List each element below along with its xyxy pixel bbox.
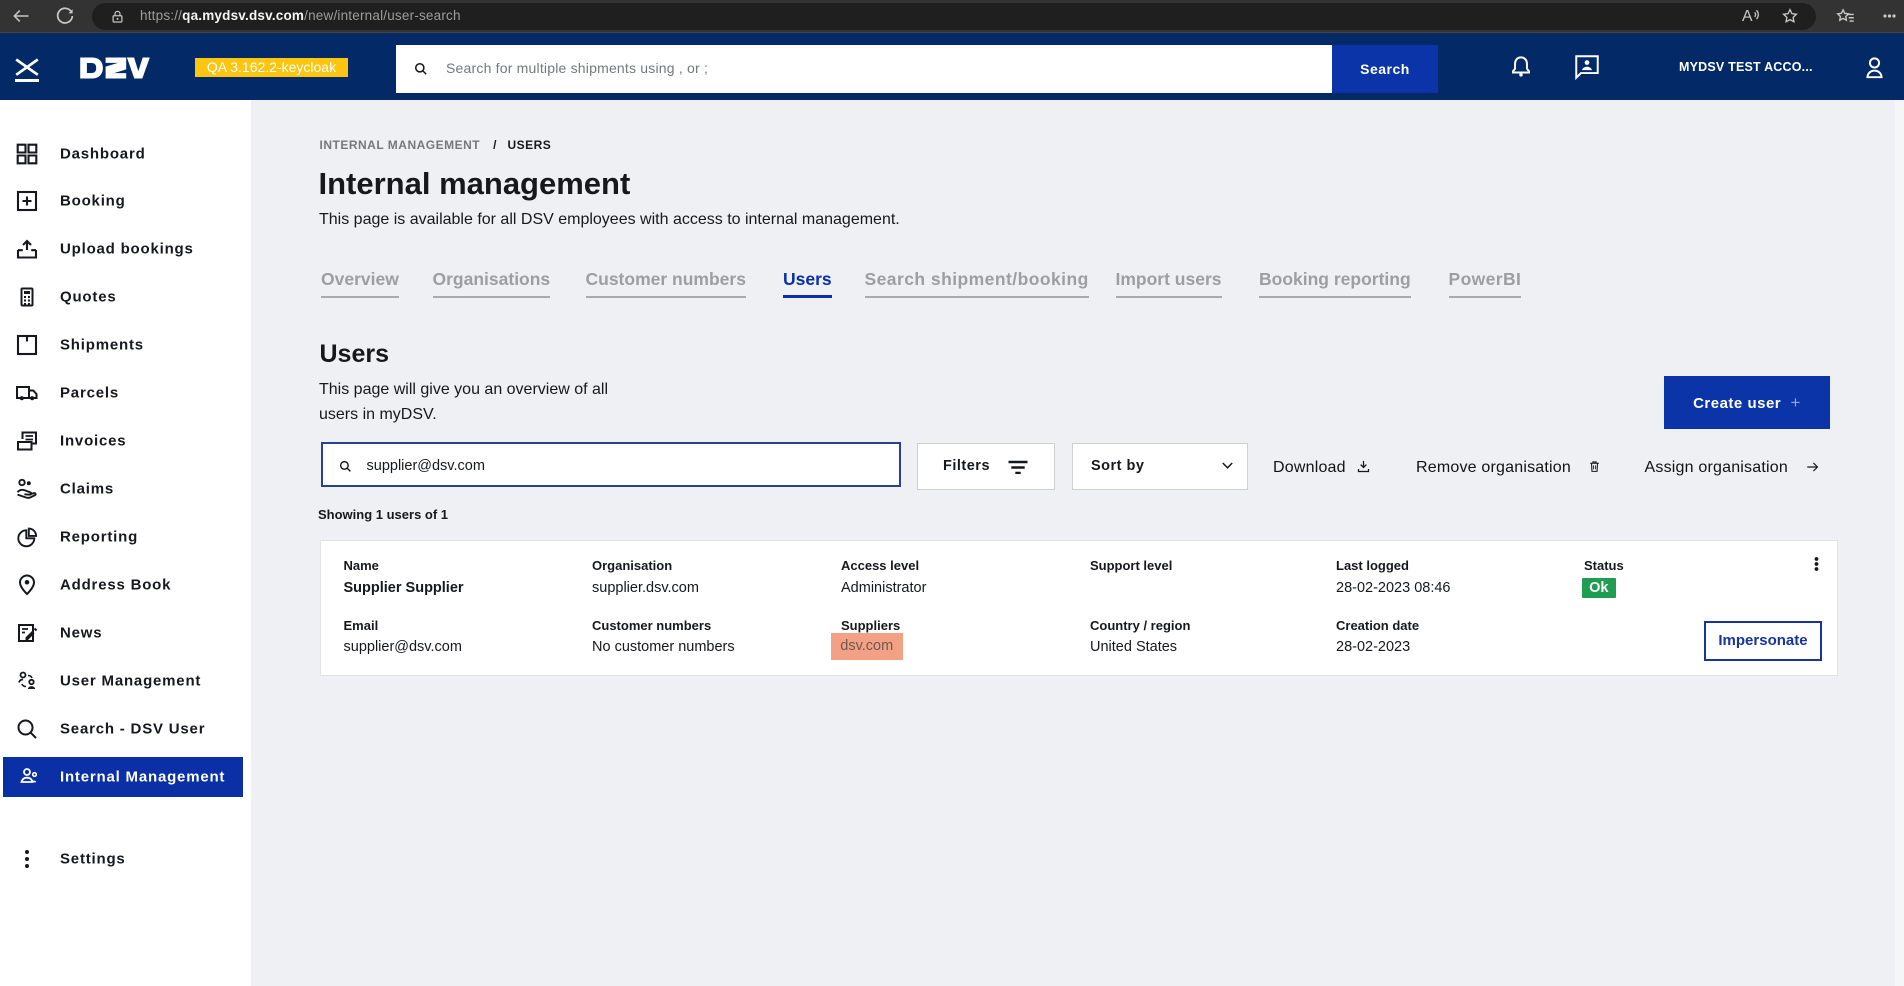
svg-text:A: A bbox=[1742, 8, 1753, 25]
